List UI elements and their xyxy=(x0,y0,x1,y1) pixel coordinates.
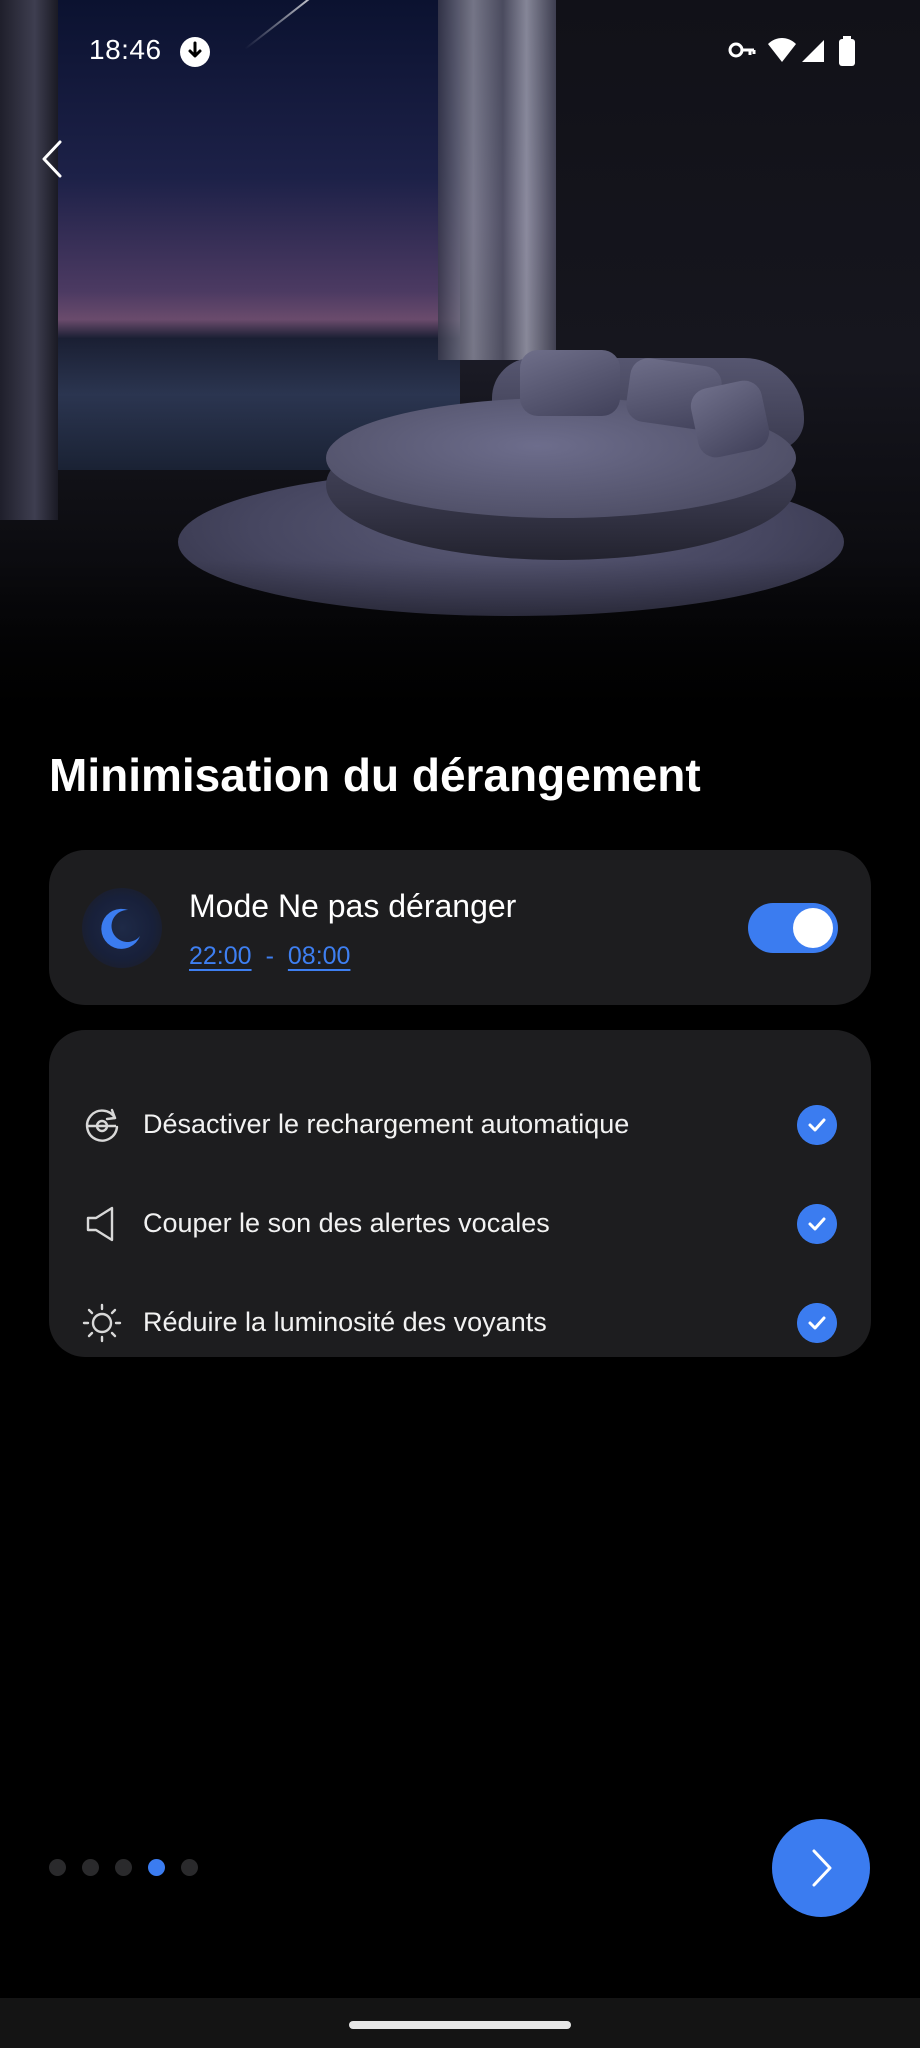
dnd-start-time[interactable]: 22:00 xyxy=(189,942,252,970)
status-time: 18:46 xyxy=(89,34,162,65)
dnd-toggle[interactable] xyxy=(748,903,838,953)
hero-fade xyxy=(0,560,920,740)
dnd-title: Mode Ne pas déranger xyxy=(189,888,517,924)
auto-recharge-icon xyxy=(85,1108,119,1142)
page-title: Minimisation du dérangement xyxy=(49,749,701,801)
moon-icon xyxy=(101,908,140,949)
download-status-icon xyxy=(180,37,210,67)
status-bar: 18:46 xyxy=(0,0,920,105)
hero-image xyxy=(0,0,920,740)
feature-label: Réduire la luminosité des voyants xyxy=(143,1307,547,1337)
dnd-schedule: 22:00-08:00 xyxy=(189,942,350,971)
feature-row-auto-recharge[interactable]: Désactiver le rechargement automatique xyxy=(49,1085,871,1165)
features-card: Désactiver le rechargement automatique C… xyxy=(49,1030,871,1357)
vpn-key-icon xyxy=(728,42,756,58)
chevron-right-icon xyxy=(812,1849,832,1887)
dnd-card: Mode Ne pas déranger 22:00-08:00 xyxy=(49,850,871,1005)
brightness-icon xyxy=(82,1303,122,1343)
next-button[interactable] xyxy=(772,1819,870,1917)
feature-label: Couper le son des alertes vocales xyxy=(143,1208,550,1238)
check-icon[interactable] xyxy=(797,1204,837,1244)
feature-label: Désactiver le rechargement automatique xyxy=(143,1109,630,1139)
wifi-icon xyxy=(768,38,796,62)
speaker-icon xyxy=(86,1206,114,1242)
check-icon[interactable] xyxy=(797,1105,837,1145)
cellular-signal-icon xyxy=(802,40,824,62)
moon-icon-wrap xyxy=(82,888,162,968)
pagination-dot-active xyxy=(148,1859,165,1876)
feature-row-mute-voice[interactable]: Couper le son des alertes vocales xyxy=(49,1184,871,1264)
chevron-left-icon xyxy=(42,140,62,178)
battery-icon xyxy=(839,36,855,66)
feature-row-brightness[interactable]: Réduire la luminosité des voyants xyxy=(49,1283,871,1363)
pagination-dot xyxy=(115,1859,132,1876)
check-icon[interactable] xyxy=(797,1303,837,1343)
back-button[interactable] xyxy=(30,136,76,182)
pagination-dot xyxy=(49,1859,66,1876)
hero-pillow xyxy=(520,350,620,416)
home-indicator[interactable] xyxy=(349,2021,571,2029)
pagination-dot xyxy=(181,1859,198,1876)
dnd-time-separator: - xyxy=(265,942,274,970)
dnd-end-time[interactable]: 08:00 xyxy=(288,942,351,970)
toggle-knob xyxy=(793,908,833,948)
pagination-dot xyxy=(82,1859,99,1876)
